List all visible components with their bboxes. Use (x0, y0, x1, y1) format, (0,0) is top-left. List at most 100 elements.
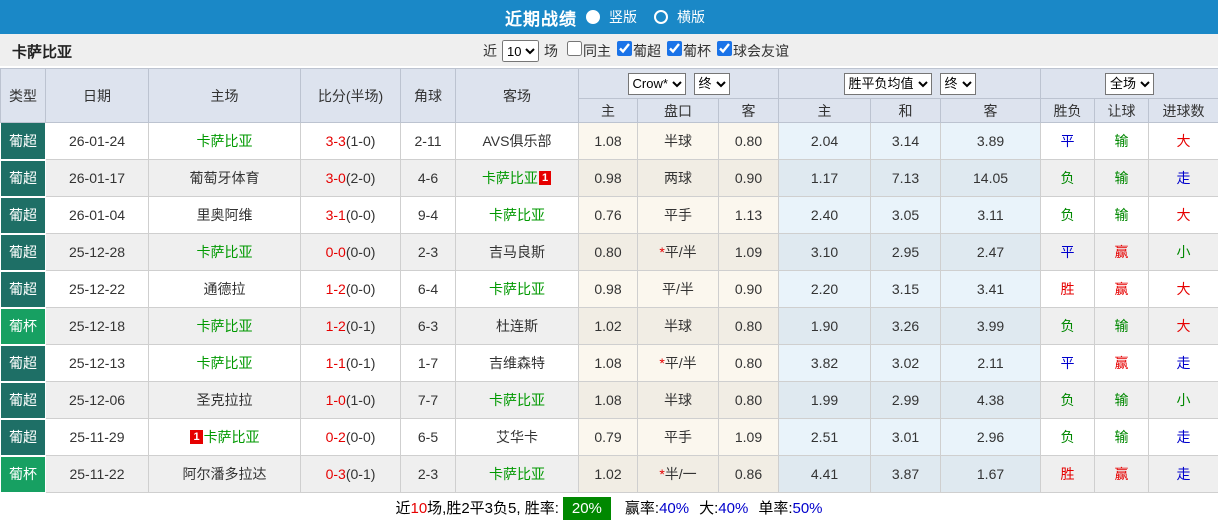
header-date: 日期 (45, 68, 149, 123)
cell-mean-draw: 3.14 (870, 122, 942, 160)
header-mean-draw: 和 (870, 98, 942, 123)
summary-prefix: 近 (395, 499, 411, 517)
score-fulltime: 3-1 (325, 207, 346, 223)
cell-result-goals: 走 (1148, 418, 1218, 456)
header-result-wdl: 胜负 (1040, 98, 1096, 123)
header-corner: 角球 (400, 68, 456, 123)
cell-date: 26-01-17 (45, 159, 149, 197)
score-fulltime: 0-2 (325, 429, 346, 445)
cell-date: 25-12-22 (45, 270, 149, 308)
cell-score: 3-3(1-0) (300, 122, 401, 160)
cell-mean-away: 14.05 (940, 159, 1042, 197)
team-label: 卡萨比亚 (196, 133, 253, 149)
header-odds-home: 主 (578, 98, 638, 123)
header-result-goals: 进球数 (1148, 98, 1218, 123)
cell-league-type: 葡杯 (0, 307, 46, 346)
vertical-radio-label[interactable]: 竖版 (609, 7, 637, 27)
cell-odds-away: 1.09 (717, 418, 780, 456)
cell-corners: 6-3 (400, 307, 456, 345)
score-fulltime: 1-1 (325, 355, 346, 371)
cell-result-goals: 走 (1148, 455, 1218, 493)
score-fulltime: 0-0 (325, 244, 346, 260)
cell-mean-draw: 2.99 (870, 381, 942, 419)
header-mean-away: 客 (940, 98, 1042, 123)
cell-mean-away: 3.99 (940, 307, 1042, 345)
team-label: 吉马良斯 (489, 244, 545, 260)
odds-final-select[interactable]: 终 (693, 72, 730, 95)
score-halftime: (0-1) (345, 318, 376, 334)
horizontal-radio-label[interactable]: 横版 (677, 7, 705, 27)
cell-mean-home: 2.40 (778, 196, 872, 234)
cell-result-goals: 大 (1148, 196, 1218, 234)
cell-date: 25-12-13 (45, 344, 149, 382)
cell-mean-away: 3.41 (940, 270, 1042, 308)
cell-odds-home: 1.08 (578, 122, 638, 160)
cell-result-handicap: 赢 (1094, 270, 1150, 308)
cell-home-team: 卡萨比亚 (148, 122, 301, 160)
cell-result-wdl: 负 (1040, 159, 1096, 197)
team-label: 卡萨比亚 (489, 466, 545, 482)
cell-score: 1-2(0-1) (300, 307, 401, 345)
win-rate-badge: 20% (562, 496, 611, 520)
cell-score: 3-1(0-0) (300, 196, 401, 234)
cell-result-wdl: 负 (1040, 381, 1096, 419)
cell-mean-home: 2.51 (778, 418, 872, 456)
table-body: 葡超 26-01-24 卡萨比亚 3-3(1-0) 2-11 AVS俱乐部 1.08 半球 0.… (0, 122, 1218, 494)
cell-date: 25-12-28 (45, 233, 149, 271)
cell-league-type: 葡超 (0, 418, 46, 457)
team-label: 卡萨比亚 (196, 355, 253, 371)
filter-label-2: 葡杯 (683, 43, 711, 59)
bookmaker-select[interactable]: Crow* (627, 72, 686, 95)
cell-odds-handicap: 半球 (637, 307, 719, 345)
filter-checkbox-1[interactable] (617, 41, 632, 56)
cell-date: 25-12-18 (45, 307, 149, 345)
cell-result-wdl: 负 (1040, 307, 1096, 345)
cell-score: 0-3(0-1) (300, 455, 401, 493)
team-label: 卡萨比亚 (203, 429, 260, 445)
handicap-rate-label: 赢率: (624, 499, 660, 517)
cell-result-wdl: 胜 (1040, 455, 1096, 493)
cell-mean-away: 2.11 (940, 344, 1042, 382)
cell-mean-away: 3.89 (940, 122, 1042, 160)
cell-result-goals: 大 (1148, 270, 1218, 308)
over-rate-label: 大: (699, 499, 719, 517)
team-label: 卡萨比亚 (489, 392, 545, 408)
horizontal-radio[interactable] (654, 10, 668, 24)
cell-odds-home: 0.80 (578, 233, 638, 271)
cell-odds-away: 1.13 (717, 196, 780, 234)
filter-checkbox-2[interactable] (667, 41, 682, 56)
filter-checkbox-3[interactable] (717, 41, 732, 56)
cell-home-team: 阿尔潘多拉达 (148, 455, 301, 493)
match-count-select[interactable]: 10 (502, 40, 539, 62)
cell-odds-home: 0.79 (578, 418, 638, 456)
filter-toolbar: 卡萨比亚 近 10 场 同主 葡超 葡杯 球会友谊 (0, 34, 1218, 68)
table-row: 葡超 25-12-06 圣克拉拉 1-0(1-0) 7-7 卡萨比亚 1.08 半球 0.80 1… (0, 381, 1218, 420)
table-row: 葡超 25-12-28 卡萨比亚 0-0(0-0) 2-3 吉马良斯 0.80 *平/半 1.0… (0, 233, 1218, 272)
mean-select[interactable]: 胜平负均值 (843, 72, 932, 95)
cell-result-handicap: 输 (1094, 122, 1150, 160)
fulltime-select[interactable]: 全场 (1105, 72, 1155, 95)
vertical-radio[interactable] (586, 10, 600, 24)
cell-odds-away: 0.80 (717, 344, 780, 382)
score-halftime: (1-0) (345, 392, 376, 408)
cell-home-team: 卡萨比亚 (148, 233, 301, 271)
mean-final-select[interactable]: 终 (939, 72, 976, 95)
cell-away-team: 杜连斯 (455, 307, 579, 345)
score-fulltime: 1-2 (325, 318, 346, 334)
cell-home-team: 1 卡萨比亚 (148, 418, 301, 456)
cell-result-handicap: 输 (1094, 307, 1150, 345)
cell-mean-home: 2.20 (778, 270, 872, 308)
cell-home-team: 里奥阿维 (148, 196, 301, 234)
cell-result-wdl: 平 (1040, 344, 1096, 382)
cell-date: 25-11-29 (45, 418, 149, 456)
red-card-badge: 1 (190, 430, 203, 444)
cell-corners: 2-3 (400, 233, 456, 271)
team-label: 葡萄牙体育 (189, 170, 260, 186)
cell-odds-away: 0.80 (717, 307, 780, 345)
filter-checkbox-0[interactable] (567, 41, 582, 56)
team-label: 艾华卡 (496, 429, 538, 445)
score-fulltime: 3-3 (325, 133, 346, 149)
cell-mean-away: 4.38 (940, 381, 1042, 419)
team-label: 通德拉 (203, 281, 246, 297)
score-fulltime: 3-0 (325, 170, 346, 186)
